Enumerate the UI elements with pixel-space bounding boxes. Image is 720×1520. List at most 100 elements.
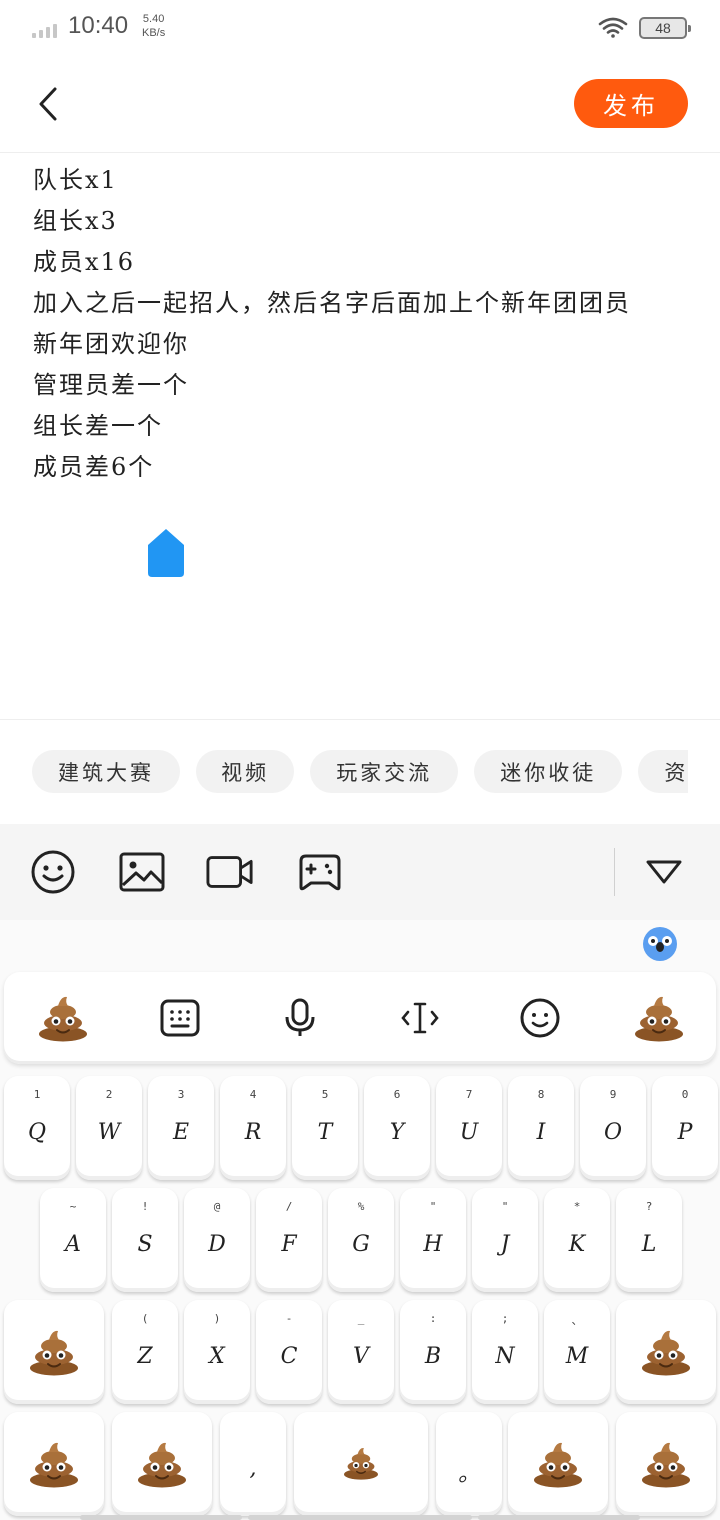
key-secondary-label: " [429, 1200, 437, 1213]
key-label: L [641, 1232, 657, 1257]
poop-key[interactable] [112, 1412, 212, 1516]
key-label: R [244, 1120, 262, 1145]
emoji-face-icon[interactable] [481, 972, 599, 1064]
network-speed: 5.40 KB/s [142, 12, 165, 40]
key-secondary-label: 5 [321, 1088, 329, 1101]
poop-emoji-icon[interactable] [600, 972, 718, 1064]
key-m[interactable]: 、 M [544, 1300, 610, 1404]
tag-chip[interactable]: 玩家交流 [310, 750, 459, 793]
key-u[interactable]: 7U [436, 1076, 502, 1180]
key-secondary-label: ? [645, 1200, 653, 1213]
tag-chip[interactable]: 资讯 [638, 750, 688, 793]
microphone-icon[interactable] [241, 972, 359, 1064]
key-l[interactable]: ? L [616, 1188, 682, 1292]
key-i[interactable]: 8I [508, 1076, 574, 1180]
key-label: U [459, 1120, 479, 1145]
key-v[interactable]: _ V [328, 1300, 394, 1404]
tag-chip[interactable]: 迷你收徒 [474, 750, 623, 793]
cursor-handle[interactable] [148, 529, 184, 577]
gesture-bar [80, 1515, 242, 1520]
key-h[interactable]: " H [400, 1188, 466, 1292]
wifi-icon [598, 17, 628, 38]
keyboard-mascot-icon[interactable] [642, 926, 678, 962]
key-p[interactable]: 0P [652, 1076, 718, 1180]
signal-icon [32, 22, 57, 38]
key-j[interactable]: " J [472, 1188, 538, 1292]
publish-button[interactable]: 发布 [574, 79, 688, 128]
key-secondary-label: 1 [33, 1088, 41, 1101]
period-key[interactable]: 。 [436, 1412, 502, 1516]
key-secondary-label: / [285, 1200, 293, 1213]
space-key[interactable] [294, 1412, 428, 1516]
divider [0, 719, 720, 720]
key-s[interactable]: ! S [112, 1188, 178, 1292]
key-z[interactable]: (Z [112, 1300, 178, 1404]
keyboard-icon[interactable] [121, 972, 239, 1064]
key-g[interactable]: % G [328, 1188, 394, 1292]
key-a[interactable]: ~ A [40, 1188, 106, 1292]
status-bar: 10:40 5.40 KB/s 48 [0, 0, 720, 56]
poop-emoji-icon [641, 1329, 691, 1376]
key-secondary-label: ! [141, 1200, 149, 1213]
poop-emoji-icon [29, 1441, 79, 1488]
tag-chip[interactable]: 视频 [196, 750, 295, 793]
post-editor[interactable]: 队长x1 组长x3 成员x16 加入之后一起招人，然后名字后面加上个新年团团员 … [33, 160, 683, 488]
video-icon[interactable] [206, 850, 254, 894]
network-speed-value: 5.40 [142, 13, 165, 25]
key-c[interactable]: -C [256, 1300, 322, 1404]
key-label: I [536, 1120, 546, 1145]
key-secondary-label: 8 [537, 1088, 545, 1101]
key-label: Y [389, 1120, 405, 1145]
poop-key[interactable] [508, 1412, 608, 1516]
image-icon[interactable] [118, 850, 166, 894]
compose-toolbar [0, 824, 720, 920]
game-icon[interactable] [296, 850, 344, 894]
key-secondary-label: _ [357, 1312, 365, 1325]
key-x[interactable]: ) X [184, 1300, 250, 1404]
poop-key[interactable] [616, 1412, 716, 1516]
period-key-label: 。 [457, 1462, 480, 1487]
key-t[interactable]: 5T [292, 1076, 358, 1180]
key-e[interactable]: 3E [148, 1076, 214, 1180]
tag-chip[interactable]: 建筑大赛 [32, 750, 180, 793]
key-f[interactable]: / F [256, 1188, 322, 1292]
key-label: H [423, 1232, 443, 1257]
collapse-icon[interactable] [640, 850, 688, 894]
key-b[interactable]: :B [400, 1300, 466, 1404]
key-label: G [352, 1232, 370, 1257]
key-label: S [137, 1232, 153, 1257]
comma-key[interactable]: , [220, 1412, 286, 1516]
poop-key-left[interactable] [4, 1300, 104, 1404]
editor-line: 成员差6个 [33, 453, 155, 481]
key-label: M [565, 1344, 589, 1369]
poop-emoji-icon [29, 1329, 79, 1376]
key-q[interactable]: 1Q [4, 1076, 70, 1180]
key-o[interactable]: 9O [580, 1076, 646, 1180]
poop-emoji-icon[interactable] [4, 972, 122, 1064]
key-secondary-label: " [501, 1200, 509, 1213]
key-y[interactable]: 6Y [364, 1076, 430, 1180]
key-label: J [500, 1232, 510, 1257]
poop-key[interactable] [4, 1412, 104, 1516]
key-r[interactable]: 4R [220, 1076, 286, 1180]
key-d[interactable]: @ D [184, 1188, 250, 1292]
key-label: W [97, 1120, 121, 1145]
editor-line: 管理员差一个 [33, 371, 189, 399]
poop-key-right[interactable] [616, 1300, 716, 1404]
key-n[interactable]: ; N [472, 1300, 538, 1404]
editor-line: 成员x16 [33, 248, 136, 276]
editor-line: 组长x3 [33, 207, 118, 235]
editor-line: 队长x1 [33, 166, 118, 194]
key-label: O [603, 1120, 623, 1145]
emoji-icon[interactable] [29, 850, 77, 894]
key-label: X [209, 1344, 225, 1369]
poop-emoji-icon [641, 1441, 691, 1488]
key-w[interactable]: 2W [76, 1076, 142, 1180]
text-cursor-icon[interactable] [361, 972, 479, 1064]
key-secondary-label: : [429, 1312, 437, 1325]
key-k[interactable]: * K [544, 1188, 610, 1292]
editor-line: 组长差一个 [33, 412, 163, 440]
key-label: D [208, 1232, 226, 1257]
key-secondary-label: 3 [177, 1088, 185, 1101]
back-button[interactable] [28, 82, 68, 126]
